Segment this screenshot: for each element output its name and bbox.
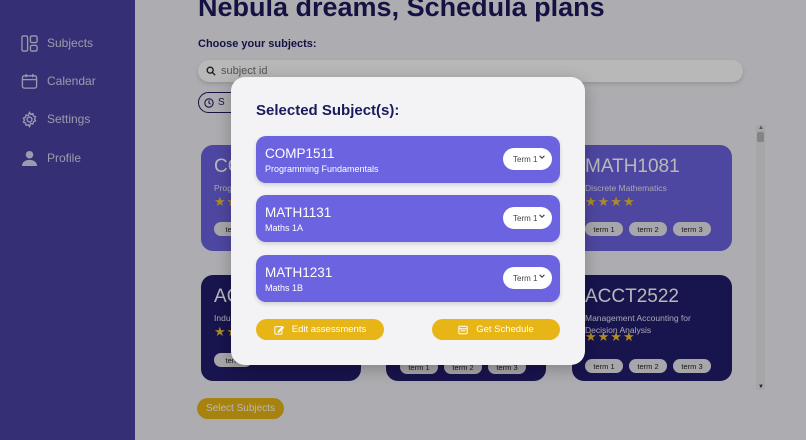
term-dropdown-value: Term 1: [513, 154, 538, 164]
edit-icon: [274, 325, 284, 335]
subject-name: Maths 1A: [265, 223, 304, 233]
chevron-down-icon: [539, 155, 545, 159]
selected-subject-card: MATH1231 Maths 1B Term 1: [256, 255, 560, 302]
selected-subject-card: MATH1131 Maths 1A Term 1: [256, 195, 560, 242]
subject-name: Programming Fundamentals: [265, 164, 379, 174]
subject-name: Maths 1B: [265, 283, 304, 293]
term-dropdown[interactable]: Term 1: [503, 207, 552, 229]
subject-code: MATH1231: [265, 265, 333, 280]
term-dropdown[interactable]: Term 1: [503, 267, 552, 289]
edit-assessments-button[interactable]: Edit assessments: [256, 319, 384, 340]
schedule-icon: [458, 325, 468, 334]
selected-subjects-modal: Selected Subject(s): COMP1511 Programmin…: [231, 77, 585, 365]
subject-code: COMP1511: [265, 146, 335, 161]
edit-assessments-label: Edit assessments: [291, 324, 367, 335]
selected-subject-card: COMP1511 Programming Fundamentals Term 1: [256, 136, 560, 183]
chevron-down-icon: [539, 274, 545, 278]
term-dropdown-value: Term 1: [513, 273, 538, 283]
get-schedule-label: Get Schedule: [476, 324, 534, 335]
get-schedule-button[interactable]: Get Schedule: [432, 319, 560, 340]
term-dropdown[interactable]: Term 1: [503, 148, 552, 170]
modal-title: Selected Subject(s):: [256, 102, 400, 119]
term-dropdown-value: Term 1: [513, 213, 538, 223]
subject-code: MATH1131: [265, 205, 332, 220]
chevron-down-icon: [539, 214, 545, 218]
